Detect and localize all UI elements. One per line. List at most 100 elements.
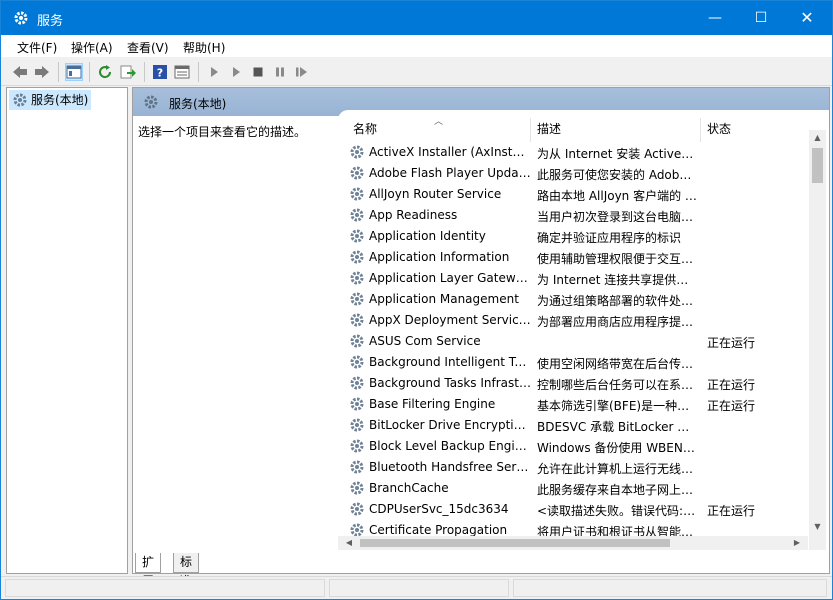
service-gear-icon [349,396,365,415]
service-description: 此服务可使您安装的 Adobe Flash Player 保持最新 [537,168,697,182]
maximize-button[interactable]: ☐ [738,1,784,35]
service-description: 为 Internet 连接共享提供第三方协议插件的支持 [537,273,697,287]
service-status: 正在运行 [707,399,756,413]
menu-bar: 文件(F) 操作(A) 查看(V) 帮助(H) [1,35,832,57]
table-row[interactable]: Block Level Backup Engine Service Windows… [338,436,808,457]
description-pane: 选择一个项目来查看它的描述。 [138,125,307,139]
scroll-right-icon[interactable]: ▶ [790,536,804,550]
service-name: BitLocker Drive Encryption Service [369,418,531,432]
main-pane: 服务(本地) 选择一个项目来查看它的描述。 名称 ︿ 描述 状态 ActiveX… [132,87,830,574]
table-row[interactable]: Application Management 为通过组策略部署的软件处理安装、删除… [338,289,808,310]
tab-standard[interactable]: 标准 [173,553,200,588]
horizontal-scroll-thumb[interactable] [360,539,670,547]
start-icon[interactable] [205,63,223,81]
column-separator[interactable] [530,118,531,142]
table-row[interactable]: App Readiness 当用户初次登录到这台电脑时准备应用 [338,205,808,226]
service-name: Application Layer Gateway Service [369,271,531,285]
svg-text:?: ? [157,67,163,80]
table-row[interactable]: ActiveX Installer (AxInstSV) 为从 Internet … [338,142,808,163]
service-status: 正在运行 [707,378,756,392]
table-row[interactable]: BitLocker Drive Encryption Service BDESVC… [338,415,808,436]
table-row[interactable]: Background Tasks Infrastructure Service 控… [338,373,808,394]
service-name: App Readiness [369,208,458,222]
service-gear-icon [349,270,365,289]
main-pane-title: 服务(本地) [169,97,227,111]
service-name: Application Management [369,292,519,306]
start-alt-icon[interactable] [227,63,245,81]
forward-icon[interactable] [33,63,51,81]
services-list: 名称 ︿ 描述 状态 ActiveX Installer (AxInstSV) 为… [338,110,829,550]
back-icon[interactable] [11,63,29,81]
tree-item-services-local[interactable]: 服务(本地) [9,90,92,110]
service-gear-icon [349,438,365,457]
service-gear-icon [349,249,365,268]
service-name: Application Identity [369,229,486,243]
minimize-button[interactable]: — [692,1,738,35]
close-icon: ✕ [800,8,814,27]
service-description: 使用辅助管理权限便于交互式应用程序的运行 [537,252,697,266]
service-gear-icon [349,144,365,163]
scroll-up-icon[interactable]: ▲ [809,130,826,145]
toolbar-separator [58,62,59,82]
service-gear-icon [349,375,365,394]
table-row[interactable]: Certificate Propagation 将用户证书和根证书从智能卡复制到当… [338,520,808,536]
export-list-icon[interactable] [119,63,137,81]
restart-icon[interactable] [293,63,311,81]
service-name: Base Filtering Engine [369,397,496,411]
table-row[interactable]: Background Intelligent Transfer Service 使… [338,352,808,373]
scroll-down-icon[interactable]: ▼ [809,519,826,534]
service-description: <读取描述失败。错误代码: 15100 > [537,504,697,518]
title-bar[interactable]: 服务 — ☐ ✕ [1,1,832,35]
table-row[interactable]: BranchCache 此服务缓存来自本地子网上对等方的网络内容 [338,478,808,499]
table-row[interactable]: Adobe Flash Player Update Service 此服务可使您安… [338,163,808,184]
table-row[interactable]: ASUS Com Service 正在运行 [338,331,808,352]
properties-icon[interactable] [173,63,191,81]
menu-action[interactable]: 操作(A) [71,39,113,56]
menu-file[interactable]: 文件(F) [17,39,57,56]
menu-view[interactable]: 查看(V) [127,39,169,56]
column-header-description[interactable]: 描述 [537,118,561,142]
menu-help[interactable]: 帮助(H) [183,39,225,56]
vertical-scrollbar[interactable]: ▲ ▼ [809,130,826,534]
service-name: Block Level Backup Engine Service [369,439,531,453]
help-icon[interactable]: ? [151,63,169,81]
table-row[interactable]: Bluetooth Handsfree Service 允许在此计算机上运行无线蓝… [338,457,808,478]
column-header-name[interactable]: 名称 [353,118,377,142]
show-hide-console-tree-icon[interactable] [65,63,83,81]
service-gear-icon [349,480,365,499]
service-status: 正在运行 [707,504,756,518]
service-description: 控制哪些后台任务可以在系统上运行的 Windows 基础结构服务 [537,378,697,392]
tab-extended[interactable]: 扩展 [135,553,162,588]
refresh-icon[interactable] [96,63,114,81]
service-gear-icon [349,501,365,520]
pause-icon[interactable] [271,63,289,81]
table-row[interactable]: Application Identity 确定并验证应用程序的标识 [338,226,808,247]
table-row[interactable]: Application Layer Gateway Service 为 Inter… [338,268,808,289]
scroll-left-icon[interactable]: ◀ [342,536,356,550]
horizontal-scrollbar[interactable]: ◀ ▶ [338,536,808,550]
service-status: 正在运行 [707,336,756,350]
service-description: 确定并验证应用程序的标识 [537,231,682,245]
table-row[interactable]: AllJoyn Router Service 路由本地 AllJoyn 客户端的 … [338,184,808,205]
table-row[interactable]: AppX Deployment Service (AppXSVC) 为部署应用商店… [338,310,808,331]
service-description: 使用空闲网络带宽在后台传送文件 [537,357,697,371]
window-title: 服务 [37,14,64,29]
table-row[interactable]: Application Information 使用辅助管理权限便于交互式应用程序… [338,247,808,268]
table-row[interactable]: Base Filtering Engine 基本筛选引擎(BFE)是一种管理防火墙… [338,394,808,415]
close-button[interactable]: ✕ [784,1,830,35]
toolbar: ? [1,57,832,86]
tree-item-label: 服务(本地) [31,93,89,107]
stop-icon[interactable] [249,63,267,81]
column-header-status[interactable]: 状态 [707,118,731,142]
vertical-scroll-thumb[interactable] [812,148,823,183]
service-description: 将用户证书和根证书从智能卡复制到当前用户的证书存储 [537,525,697,536]
status-cell [513,579,827,597]
service-name: Adobe Flash Player Update Service [369,166,531,180]
services-gear-icon [143,94,159,113]
table-row[interactable]: CDPUserSvc_15dc3634 <读取描述失败。错误代码: 15100 >… [338,499,808,520]
service-name: ActiveX Installer (AxInstSV) [369,145,531,159]
service-name: Application Information [369,250,510,264]
service-name: ASUS Com Service [369,334,481,348]
column-separator[interactable] [700,118,701,142]
service-description: 基本筛选引擎(BFE)是一种管理防火墙和 Internet 协议安全策略的服务 [537,399,697,413]
